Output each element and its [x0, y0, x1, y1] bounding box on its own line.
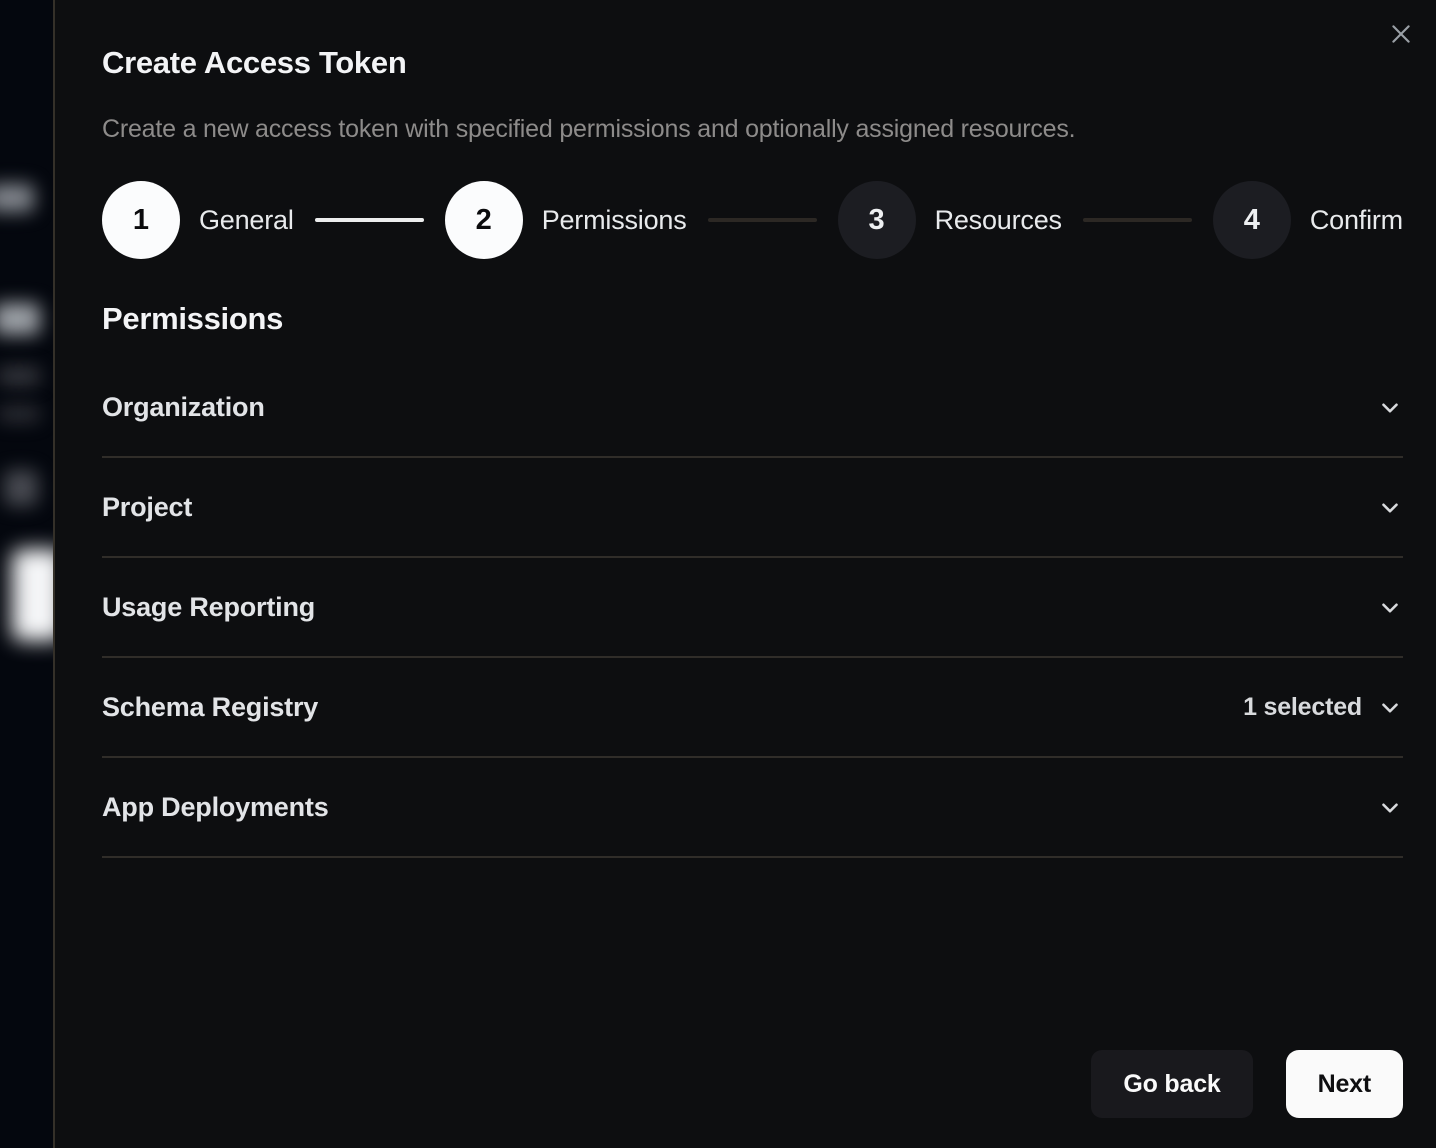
create-access-token-dialog: Create Access Token Create a new access …: [53, 0, 1436, 1148]
step-general[interactable]: 1 General: [102, 181, 294, 259]
step-label: Confirm: [1310, 205, 1403, 236]
blurred-background-card: [12, 549, 55, 641]
go-back-button[interactable]: Go back: [1091, 1050, 1252, 1118]
selection-count-badge: 1 selected: [1243, 693, 1362, 722]
accordion-project[interactable]: Project: [102, 458, 1403, 558]
step-connector: [708, 218, 817, 222]
step-label: Resources: [935, 205, 1062, 236]
accordion-label: Project: [102, 492, 192, 523]
background-page-overlay: [0, 0, 55, 1148]
dialog-title: Create Access Token: [102, 45, 1403, 81]
step-number-badge: 3: [838, 181, 916, 259]
accordion-app-deployments[interactable]: App Deployments: [102, 758, 1403, 858]
chevron-down-icon: [1377, 395, 1403, 421]
close-icon: [1388, 21, 1414, 47]
step-number-badge: 2: [445, 181, 523, 259]
accordion-organization[interactable]: Organization: [102, 358, 1403, 458]
next-button[interactable]: Next: [1286, 1050, 1403, 1118]
accordion-label: Usage Reporting: [102, 592, 315, 623]
step-connector: [315, 218, 424, 222]
step-confirm[interactable]: 4 Confirm: [1213, 181, 1403, 259]
chevron-down-icon: [1377, 795, 1403, 821]
blurred-background-text: [0, 303, 40, 335]
accordion-label: App Deployments: [102, 792, 329, 823]
step-resources[interactable]: 3 Resources: [838, 181, 1062, 259]
step-number-badge: 1: [102, 181, 180, 259]
accordion-usage-reporting[interactable]: Usage Reporting: [102, 558, 1403, 658]
chevron-down-icon: [1377, 695, 1403, 721]
close-button[interactable]: [1385, 18, 1417, 50]
blurred-background-text: [0, 406, 40, 422]
wizard-stepper: 1 General 2 Permissions 3 Resources 4 Co…: [102, 181, 1403, 259]
chevron-down-icon: [1377, 495, 1403, 521]
accordion-label: Organization: [102, 392, 265, 423]
step-number-badge: 4: [1213, 181, 1291, 259]
chevron-down-icon: [1377, 595, 1403, 621]
step-label: Permissions: [542, 205, 687, 236]
accordion-label: Schema Registry: [102, 692, 318, 723]
dialog-subtitle: Create a new access token with specified…: [102, 115, 1403, 144]
accordion-schema-registry[interactable]: Schema Registry 1 selected: [102, 658, 1403, 758]
blurred-background-icon: [4, 470, 38, 506]
dialog-footer: Go back Next: [1091, 1050, 1403, 1118]
blurred-background-text: [0, 184, 34, 212]
step-label: General: [199, 205, 294, 236]
permissions-section-heading: Permissions: [102, 301, 1403, 337]
permissions-accordion-list: Organization Project Usage Reporting: [102, 358, 1403, 858]
step-permissions[interactable]: 2 Permissions: [445, 181, 687, 259]
blurred-background-text: [0, 367, 40, 385]
step-connector: [1083, 218, 1192, 222]
